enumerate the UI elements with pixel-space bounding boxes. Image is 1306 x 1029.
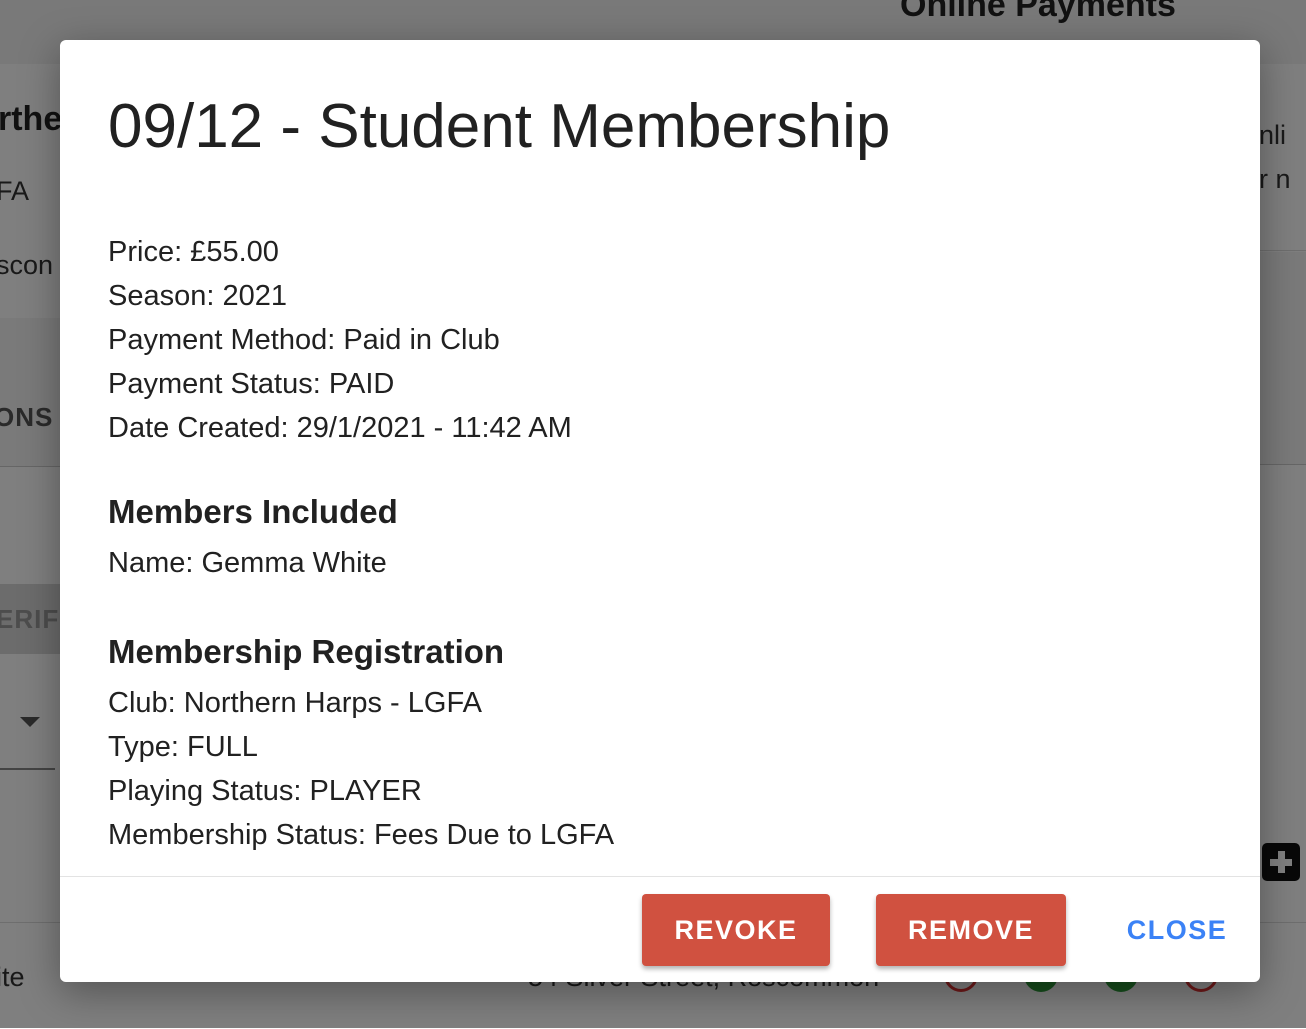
payment-details: Price: £55.00 Season: 2021 Payment Metho… xyxy=(108,230,572,450)
type-line: Type: FULL xyxy=(108,731,258,763)
playing-status-line: Playing Status: PLAYER xyxy=(108,775,422,807)
membership-registration-heading: Membership Registration xyxy=(108,633,505,670)
membership-status-line: Membership Status: Fees Due to LGFA xyxy=(108,819,615,851)
payment-method-line: Payment Method: Paid in Club xyxy=(108,324,500,356)
close-button[interactable]: CLOSE xyxy=(1110,894,1244,966)
membership-registration-section: Membership Registration Club: Northern H… xyxy=(108,632,614,857)
dialog-title: 09/12 - Student Membership xyxy=(108,92,891,161)
price-line: Price: £55.00 xyxy=(108,236,279,268)
members-included-heading: Members Included xyxy=(108,493,398,530)
season-line: Season: 2021 xyxy=(108,280,287,312)
club-line: Club: Northern Harps - LGFA xyxy=(108,687,482,719)
dialog-actions-divider xyxy=(60,876,1260,877)
membership-dialog: 09/12 - Student Membership Price: £55.00… xyxy=(60,40,1260,982)
members-included-section: Members Included Name: Gemma White xyxy=(108,492,398,585)
revoke-button[interactable]: REVOKE xyxy=(642,894,830,966)
member-name-line: Name: Gemma White xyxy=(108,547,387,579)
payment-status-line: Payment Status: PAID xyxy=(108,368,395,400)
remove-button[interactable]: REMOVE xyxy=(876,894,1066,966)
date-created-line: Date Created: 29/1/2021 - 11:42 AM xyxy=(108,412,572,444)
